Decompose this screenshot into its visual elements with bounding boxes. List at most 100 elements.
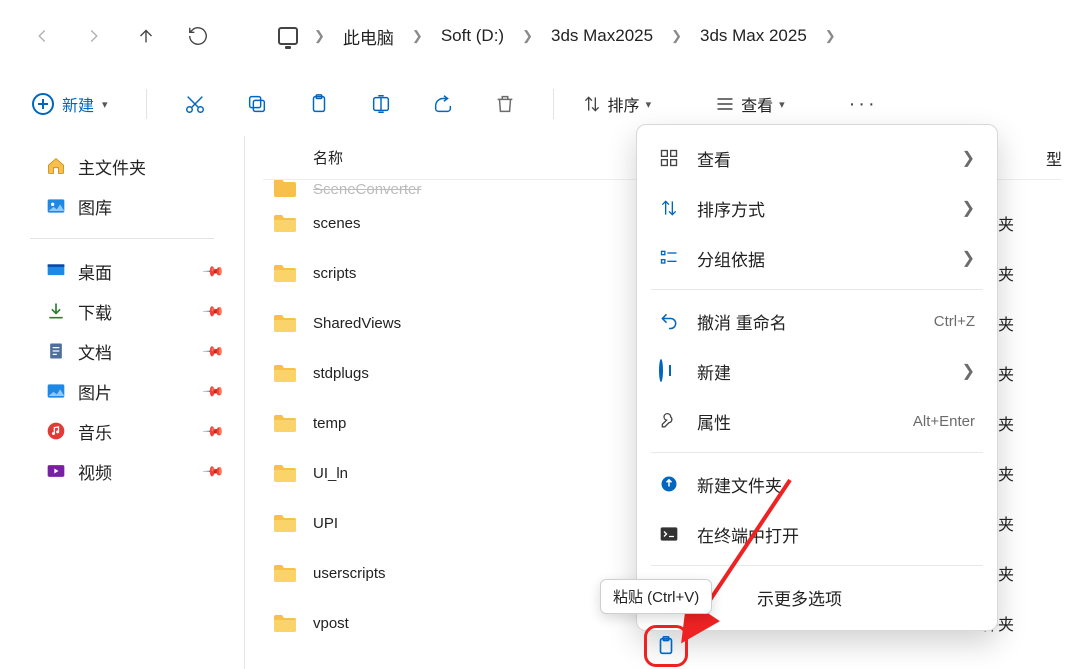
ctx-sort[interactable]: 排序方式 ❯ xyxy=(637,183,997,233)
annotation-arrow xyxy=(670,470,810,660)
folder-icon xyxy=(273,180,297,198)
chevron-down-icon: ▾ xyxy=(102,98,108,111)
chevron-right-icon: ❯ xyxy=(308,28,331,44)
chevron-right-icon: ❯ xyxy=(962,148,975,168)
sidebar-item-label: 文档 xyxy=(78,339,112,364)
sidebar-item-documents[interactable]: 文档 📌 xyxy=(0,331,244,371)
sidebar-item-label: 图库 xyxy=(78,194,112,219)
folder-icon xyxy=(273,613,297,633)
folder-icon xyxy=(273,313,297,333)
ctx-undo[interactable]: 撤消 重命名 Ctrl+Z xyxy=(637,296,997,346)
chevron-right-icon: ❯ xyxy=(406,28,429,44)
pin-icon: 📌 xyxy=(201,259,225,283)
desktop-icon xyxy=(46,261,66,281)
chevron-right-icon: ❯ xyxy=(819,28,842,44)
folder-icon xyxy=(273,363,297,383)
folder-icon xyxy=(273,413,297,433)
more-button[interactable]: ··· xyxy=(849,93,878,116)
sidebar: 主文件夹 图库 桌面 📌 下载 📌 文档 xyxy=(0,136,245,669)
chevron-right-icon: ❯ xyxy=(516,28,539,44)
ctx-shortcut: Ctrl+Z xyxy=(934,313,975,330)
share-button[interactable] xyxy=(423,84,463,124)
col-name: 名称 xyxy=(313,147,343,168)
ctx-label: 属性 xyxy=(697,409,895,434)
view-dropdown[interactable]: 查看 ▾ xyxy=(715,92,785,116)
breadcrumb-item[interactable]: 此电脑 xyxy=(341,20,396,53)
folder-icon xyxy=(273,563,297,583)
sidebar-item-gallery[interactable]: 图库 xyxy=(0,186,244,226)
chevron-right-icon: ❯ xyxy=(962,248,975,268)
file-name: SceneConverter xyxy=(313,181,421,198)
chevron-down-icon: ▾ xyxy=(779,98,785,111)
sort-dropdown[interactable]: 排序 ▾ xyxy=(582,92,652,116)
ctx-label: 查看 xyxy=(697,146,944,171)
sidebar-item-music[interactable]: 音乐 📌 xyxy=(0,411,244,451)
sidebar-item-label: 图片 xyxy=(78,379,112,404)
copy-button[interactable] xyxy=(237,84,277,124)
sort-label: 排序 xyxy=(608,92,640,116)
ctx-new[interactable]: 新建 ❯ xyxy=(637,346,997,396)
separator xyxy=(30,238,214,239)
plus-circle-icon xyxy=(32,93,54,115)
pin-icon: 📌 xyxy=(201,339,225,363)
sidebar-item-home[interactable]: 主文件夹 xyxy=(0,146,244,186)
view-label: 查看 xyxy=(741,92,773,116)
gallery-icon xyxy=(46,196,66,216)
nav-forward-button[interactable] xyxy=(70,12,118,60)
separator xyxy=(651,289,983,290)
sidebar-item-label: 主文件夹 xyxy=(78,154,146,179)
breadcrumb: ❯ 此电脑 ❯ Soft (D:) ❯ 3ds Max2025 ❯ 3ds Ma… xyxy=(258,20,842,53)
paste-tooltip: 粘贴 (Ctrl+V) xyxy=(600,579,712,614)
pin-icon: 📌 xyxy=(201,299,225,323)
ctx-label: 分组依据 xyxy=(697,246,944,271)
sidebar-item-videos[interactable]: 视频 📌 xyxy=(0,451,244,491)
sidebar-item-label: 视频 xyxy=(78,459,112,484)
download-icon xyxy=(46,301,66,321)
breadcrumb-item[interactable]: 3ds Max 2025 xyxy=(698,22,809,50)
video-icon xyxy=(46,461,66,481)
new-button-label: 新建 xyxy=(62,92,94,116)
address-bar: ❯ 此电脑 ❯ Soft (D:) ❯ 3ds Max2025 ❯ 3ds Ma… xyxy=(0,0,1080,72)
plus-circle-icon xyxy=(659,361,679,381)
ctx-group[interactable]: 分组依据 ❯ xyxy=(637,233,997,283)
cut-button[interactable] xyxy=(175,84,215,124)
nav-up-button[interactable] xyxy=(122,12,170,60)
breadcrumb-item[interactable]: 3ds Max2025 xyxy=(549,22,655,50)
folder-icon xyxy=(273,263,297,283)
sidebar-item-label: 桌面 xyxy=(78,259,112,284)
folder-icon xyxy=(273,513,297,533)
separator xyxy=(651,452,983,453)
nav-refresh-button[interactable] xyxy=(174,12,222,60)
ctx-label: 排序方式 xyxy=(697,196,944,221)
folder-icon xyxy=(273,213,297,233)
chevron-right-icon: ❯ xyxy=(962,198,975,218)
sidebar-item-downloads[interactable]: 下载 📌 xyxy=(0,291,244,331)
separator xyxy=(553,89,554,119)
this-pc-icon xyxy=(278,26,298,46)
breadcrumb-item[interactable]: Soft (D:) xyxy=(439,22,506,50)
new-button[interactable]: 新建 ▾ xyxy=(22,84,118,124)
ctx-view[interactable]: 查看 ❯ xyxy=(637,133,997,183)
chevron-right-icon: ❯ xyxy=(665,28,688,44)
sidebar-item-desktop[interactable]: 桌面 📌 xyxy=(0,251,244,291)
ctx-shortcut: Alt+Enter xyxy=(913,413,975,430)
pin-icon: 📌 xyxy=(201,459,225,483)
chevron-right-icon: ❯ xyxy=(962,361,975,381)
paste-button[interactable] xyxy=(299,84,339,124)
rename-button[interactable] xyxy=(361,84,401,124)
folder-icon xyxy=(273,463,297,483)
music-icon xyxy=(46,421,66,441)
sidebar-item-label: 下载 xyxy=(78,299,112,324)
delete-button[interactable] xyxy=(485,84,525,124)
pin-icon: 📌 xyxy=(201,419,225,443)
nav-back-button[interactable] xyxy=(18,12,66,60)
pin-icon: 📌 xyxy=(201,379,225,403)
separator xyxy=(146,89,147,119)
documents-icon xyxy=(46,341,66,361)
pictures-icon xyxy=(46,381,66,401)
ctx-properties[interactable]: 属性 Alt+Enter xyxy=(637,396,997,446)
chevron-down-icon: ▾ xyxy=(646,98,652,111)
sidebar-item-pictures[interactable]: 图片 📌 xyxy=(0,371,244,411)
sidebar-item-label: 音乐 xyxy=(78,419,112,444)
ctx-label: 新建 xyxy=(697,359,944,384)
